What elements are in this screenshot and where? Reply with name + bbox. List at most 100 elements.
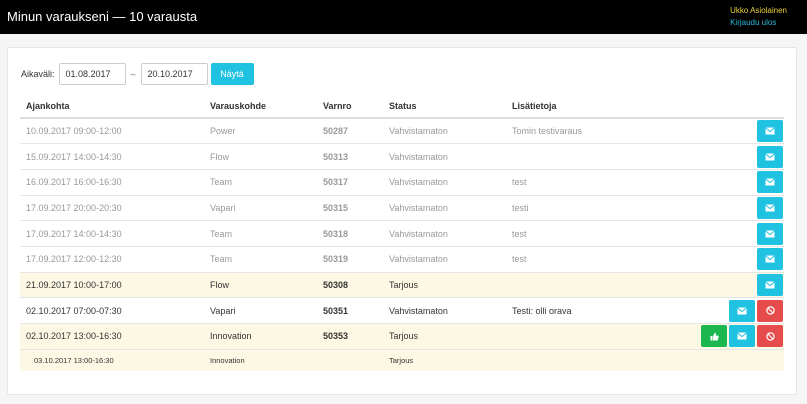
- column-header-info: Lisätietoja: [506, 95, 692, 119]
- cancel-reservation-button[interactable]: [757, 325, 783, 348]
- cell-target: Flow: [204, 143, 317, 170]
- envelope-icon: [765, 230, 775, 238]
- cell-actions: [692, 117, 784, 144]
- cell-target: Innovation: [204, 348, 317, 372]
- cell-info: [506, 143, 692, 170]
- show-button[interactable]: Näytä: [210, 63, 254, 85]
- end-date-input[interactable]: 20.10.2017: [140, 63, 208, 85]
- cell-varnro: [317, 348, 383, 372]
- cell-target: Vapari: [204, 297, 317, 324]
- ban-icon: [765, 332, 775, 341]
- user-menu: Ukko Asiolainen Kirjaudu ulos: [730, 5, 787, 29]
- envelope-icon: [765, 127, 775, 135]
- cell-info: [506, 348, 692, 372]
- table-header-row: Ajankohta Varauskohde Varnro Status Lisä…: [20, 95, 784, 119]
- cell-status: Vahvistamaton: [383, 143, 506, 170]
- date-separator: –: [130, 69, 136, 79]
- send-email-button[interactable]: [729, 299, 755, 322]
- accept-offer-button[interactable]: [701, 325, 727, 348]
- cell-time: 02.10.2017 13:00-16:30: [20, 323, 204, 350]
- cell-status: Tarjous: [383, 271, 506, 298]
- cell-actions: [692, 323, 784, 350]
- cell-actions: [692, 220, 784, 247]
- table-row: 02.10.2017 07:00-07:30 Vapari 50351 Vahvist…: [20, 297, 784, 324]
- column-header-target: Varauskohde: [204, 95, 317, 119]
- cell-time: 03.10.2017 13:00-16:30: [20, 348, 204, 372]
- send-email-button[interactable]: [757, 171, 783, 194]
- cell-varnro: 50353: [317, 323, 383, 350]
- cell-time: 17.09.2017 14:00-14:30: [20, 220, 204, 247]
- table-row: 17.09.2017 20:00-20:30 Vapari 50315 Vahvist…: [20, 194, 784, 221]
- column-header-status: Status: [383, 95, 506, 119]
- cell-info: Testi: olli orava: [506, 297, 692, 324]
- table-row: 21.09.2017 10:00-17:00 Flow 50308 Tarjous: [20, 271, 784, 298]
- cell-actions: [692, 245, 784, 273]
- envelope-icon: [737, 307, 747, 315]
- cell-target: Team: [204, 168, 317, 196]
- cell-status: Vahvistamaton: [383, 245, 506, 273]
- table-row: 10.09.2017 09:00-12:00 Power 50287 Vahvista…: [20, 117, 784, 144]
- cell-varnro: 50319: [317, 245, 383, 273]
- table-row: 17.09.2017 14:00-14:30 Team 50318 Vahvistam…: [20, 220, 784, 247]
- reservations-panel: Aikaväli: 01.08.2017 – 20.10.2017 Näytä …: [7, 47, 797, 395]
- cell-target: Power: [204, 117, 317, 144]
- cell-status: Vahvistamaton: [383, 220, 506, 247]
- cell-info: [506, 271, 692, 298]
- date-range-label: Aikaväli:: [21, 69, 55, 79]
- cell-varnro: 50315: [317, 194, 383, 221]
- cancel-reservation-button[interactable]: [757, 299, 783, 322]
- cell-time: 10.09.2017 09:00-12:00: [20, 117, 204, 144]
- column-header-actions: [692, 95, 784, 119]
- cell-varnro: 50313: [317, 143, 383, 170]
- cell-info: Tomin testivaraus: [506, 117, 692, 144]
- ban-icon: [765, 306, 775, 315]
- cell-time: 21.09.2017 10:00-17:00: [20, 271, 204, 298]
- send-email-button[interactable]: [757, 222, 783, 245]
- cell-status: Vahvistamaton: [383, 117, 506, 144]
- send-email-button[interactable]: [757, 196, 783, 219]
- date-range-filter: Aikaväli: 01.08.2017 – 20.10.2017 Näytä: [21, 63, 254, 85]
- start-date-input[interactable]: 01.08.2017: [58, 63, 126, 85]
- cell-actions: [692, 143, 784, 170]
- reservations-table: Ajankohta Varauskohde Varnro Status Lisä…: [20, 95, 784, 372]
- cell-varnro: 50287: [317, 117, 383, 144]
- cell-time: 17.09.2017 12:00-12:30: [20, 245, 204, 273]
- envelope-icon: [765, 255, 775, 263]
- cell-info: test: [506, 220, 692, 247]
- logout-link[interactable]: Kirjaudu ulos: [730, 17, 787, 29]
- cell-status: Tarjous: [383, 323, 506, 350]
- envelope-icon: [737, 332, 747, 340]
- envelope-icon: [765, 152, 775, 161]
- cell-varnro: 50351: [317, 297, 383, 324]
- table-subrow: 03.10.2017 13:00-16:30 Innovation Tarjous: [20, 348, 784, 372]
- table-row: 02.10.2017 13:00-16:30 Innovation 50353 Tar…: [20, 323, 784, 350]
- cell-time: 02.10.2017 07:00-07:30: [20, 297, 204, 324]
- cell-varnro: 50317: [317, 168, 383, 196]
- send-email-button[interactable]: [757, 248, 783, 271]
- cell-actions: [692, 168, 784, 196]
- send-email-button[interactable]: [757, 273, 783, 296]
- cell-target: Team: [204, 245, 317, 273]
- column-header-time: Ajankohta: [20, 95, 204, 119]
- top-bar: Minun varaukseni — 10 varausta Ukko Asio…: [0, 0, 807, 34]
- envelope-icon: [765, 281, 775, 289]
- cell-target: Flow: [204, 271, 317, 298]
- table-row: 16.09.2017 16:00-16:30 Team 50317 Vahvistam…: [20, 168, 784, 196]
- send-email-button[interactable]: [757, 145, 783, 168]
- cell-time: 15.09.2017 14:00-14:30: [20, 143, 204, 170]
- cell-target: Vapari: [204, 194, 317, 221]
- cell-varnro: 50318: [317, 220, 383, 247]
- cell-info: test: [506, 245, 692, 273]
- cell-info: test: [506, 168, 692, 196]
- page-title: Minun varaukseni — 10 varausta: [7, 9, 198, 24]
- cell-target: Team: [204, 220, 317, 247]
- cell-status: Vahvistamaton: [383, 168, 506, 196]
- cell-actions: [692, 297, 784, 324]
- cell-info: testi: [506, 194, 692, 221]
- cell-time: 16.09.2017 16:00-16:30: [20, 168, 204, 196]
- cell-time: 17.09.2017 20:00-20:30: [20, 194, 204, 221]
- cell-actions: [692, 194, 784, 221]
- send-email-button[interactable]: [757, 120, 783, 143]
- cell-status: Vahvistamaton: [383, 297, 506, 324]
- send-email-button[interactable]: [729, 325, 755, 348]
